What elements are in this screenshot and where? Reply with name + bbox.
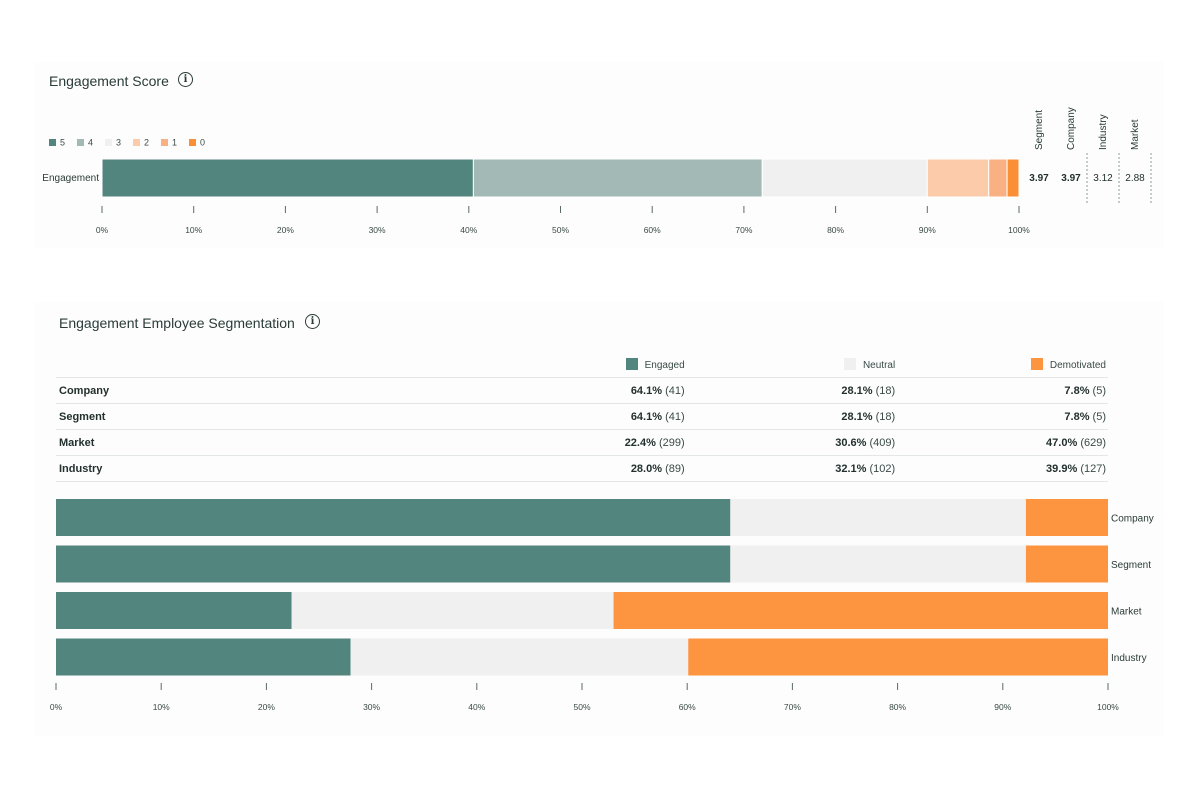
legend-label-4: 4: [88, 138, 93, 148]
bar-segment-engaged: [56, 638, 351, 676]
x-tick-label: 90%: [994, 702, 1011, 712]
x-tick-label: 70%: [784, 702, 801, 712]
category-label: Segment: [1111, 560, 1151, 571]
x-tick-label: 20%: [277, 225, 294, 235]
bar-segment-4: [472, 158, 763, 198]
x-tick-label: 80%: [827, 225, 844, 235]
legend-swatch-3: [105, 139, 112, 146]
x-tick-label: 30%: [363, 702, 380, 712]
comparison-value-company: 3.97: [1061, 173, 1081, 184]
legend-label-0: 0: [200, 138, 205, 148]
comparison-value-market: 2.88: [1125, 173, 1145, 184]
x-tick-label: 10%: [153, 702, 170, 712]
bar-segment-3: [761, 158, 928, 198]
bar-segment-engaged: [56, 592, 292, 629]
x-tick-label: 30%: [369, 225, 386, 235]
legend-swatch-2: [133, 139, 140, 146]
category-label: Market: [1111, 607, 1142, 618]
comparison-header-segment: Segment: [1034, 110, 1045, 150]
legend-swatch-1: [161, 139, 168, 146]
bar-segment-demotivated: [1025, 499, 1108, 536]
bar-segment-engaged: [56, 499, 731, 536]
bar-segment-neutral: [730, 499, 1026, 536]
category-label: Company: [1111, 514, 1154, 525]
x-tick-label: 40%: [468, 702, 485, 712]
x-tick-label: 0%: [50, 702, 63, 712]
comparison-header-market: Market: [1130, 119, 1141, 150]
x-tick-label: 0%: [96, 225, 109, 235]
legend-label-5: 5: [60, 138, 65, 148]
legend-label-1: 1: [172, 138, 177, 148]
comparison-value-segment: 3.97: [1029, 173, 1049, 184]
x-tick-label: 60%: [644, 225, 661, 235]
x-tick-label: 50%: [573, 702, 590, 712]
legend-label-3: 3: [116, 138, 121, 148]
x-tick-label: 40%: [460, 225, 477, 235]
bar-segment-neutral: [291, 592, 614, 629]
legend-label-2: 2: [144, 138, 149, 148]
bar-segment-5: [101, 158, 474, 198]
comparison-value-industry: 3.12: [1093, 173, 1113, 184]
bar-segment-0: [1006, 158, 1020, 198]
bar-segment-2: [926, 158, 990, 198]
category-label: Engagement: [42, 173, 99, 184]
legend-swatch-0: [189, 139, 196, 146]
legend-swatch-4: [77, 139, 84, 146]
bar-segment-demotivated: [1025, 545, 1108, 583]
charts-canvas: 5 4 3 2 1 0 Engagement 0% 10% 20% 30% 40% 50% 60% 70% 8…: [42, 107, 1154, 712]
comparison-header-industry: Industry: [1098, 114, 1109, 150]
x-tick-label: 70%: [735, 225, 752, 235]
bar-segment-engaged: [56, 545, 731, 583]
x-tick-label: 100%: [1008, 225, 1030, 235]
x-tick-label: 20%: [258, 702, 275, 712]
x-tick-label: 50%: [552, 225, 569, 235]
bar-segment-demotivated: [613, 592, 1108, 629]
category-label: Industry: [1111, 653, 1147, 664]
x-tick-label: 10%: [185, 225, 202, 235]
x-tick-label: 100%: [1097, 702, 1119, 712]
legend-swatch-5: [49, 139, 56, 146]
bar-segment-neutral: [730, 545, 1026, 583]
bar-segment-neutral: [350, 638, 689, 676]
x-tick-label: 90%: [919, 225, 936, 235]
bar-segment-demotivated: [688, 638, 1108, 676]
comparison-header-company: Company: [1066, 107, 1077, 150]
x-tick-label: 80%: [889, 702, 906, 712]
x-tick-label: 60%: [679, 702, 696, 712]
bar-segment-1: [988, 158, 1008, 198]
